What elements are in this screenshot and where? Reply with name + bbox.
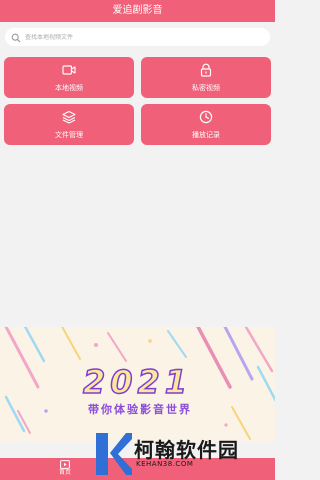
app-screen: 爱追剧影音 本地视频 私密视频 文件管理 bbox=[0, 0, 275, 480]
tile-play-history[interactable]: 播放记录 bbox=[141, 104, 271, 145]
tile-label: 文件管理 bbox=[55, 131, 83, 139]
app-title: 爱追剧影音 bbox=[112, 5, 163, 16]
clock-icon bbox=[199, 110, 213, 131]
title-bar: 爱追剧影音 bbox=[0, 0, 275, 22]
watermark-logo bbox=[96, 433, 132, 475]
banner-slogan: 带你体验影音世界 bbox=[88, 403, 192, 416]
tile-file-manager[interactable]: 文件管理 bbox=[4, 104, 134, 145]
lock-icon bbox=[199, 63, 213, 84]
watermark-name: 柯翰软件园 bbox=[134, 438, 239, 462]
watermark-domain: KEHAN38.COM bbox=[136, 460, 194, 468]
tile-label: 私密视频 bbox=[192, 84, 220, 92]
tab-home[interactable]: 首页 bbox=[52, 460, 78, 480]
promo-banner[interactable]: 2021 带你体验影音世界 bbox=[0, 327, 275, 441]
layers-icon bbox=[62, 110, 76, 131]
tile-private-videos[interactable]: 私密视频 bbox=[141, 57, 271, 98]
tile-label: 播放记录 bbox=[192, 131, 220, 139]
tile-label: 本地视频 bbox=[55, 84, 83, 92]
search-input[interactable] bbox=[25, 33, 245, 41]
tile-local-videos[interactable]: 本地视频 bbox=[4, 57, 134, 98]
tab-home-label: 首页 bbox=[58, 469, 71, 476]
search-icon bbox=[11, 28, 21, 47]
search-bar[interactable] bbox=[5, 28, 270, 46]
banner-year: 2021 bbox=[82, 362, 193, 402]
play-icon bbox=[52, 460, 78, 469]
video-camera-icon bbox=[62, 63, 76, 84]
watermark: 柯翰软件园 KEHAN38.COM bbox=[92, 430, 272, 478]
